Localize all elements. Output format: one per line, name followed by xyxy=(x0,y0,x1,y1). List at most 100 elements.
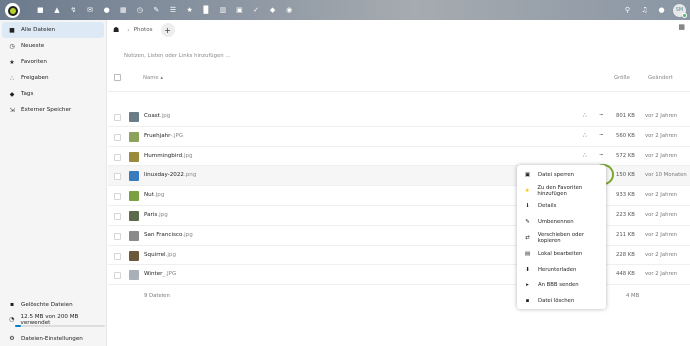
file-thumbnail[interactable] xyxy=(129,230,139,241)
file-name[interactable]: Nut.jpg xyxy=(144,192,164,198)
sidebar-item-tags[interactable]: ◆ Tags xyxy=(2,86,104,102)
menu-item-an-bbb-senden[interactable]: ▸ An BBB senden xyxy=(517,278,606,294)
row-checkbox[interactable] xyxy=(114,252,121,260)
tasks-icon[interactable]: ☰ xyxy=(165,3,182,17)
file-extension: _.JPG xyxy=(162,271,177,278)
bell-icon[interactable]: ♫ xyxy=(636,3,653,17)
contacts-icon[interactable]: ● xyxy=(98,3,115,17)
share-icon[interactable]: ∴ xyxy=(583,132,587,139)
clock-icon[interactable]: ◷ xyxy=(132,3,149,17)
mail-icon[interactable]: ✉ xyxy=(82,3,99,17)
file-name[interactable]: Hummingbird.jpg xyxy=(144,153,193,159)
star-icon[interactable]: ★ xyxy=(181,3,198,17)
file-thumbnail[interactable] xyxy=(129,250,139,261)
column-name[interactable]: Name ▴ xyxy=(143,75,163,81)
more-actions-icon[interactable]: ··· xyxy=(599,111,604,119)
file-name[interactable]: Coast.jpg xyxy=(144,113,170,119)
menu-item-lokal-bearbeiten[interactable]: ▤ Lokal bearbeiten xyxy=(517,246,606,262)
menu-item-verschieben-oder-kopieren[interactable]: ⇄ Verschieben oder kopieren xyxy=(517,230,606,246)
grid-view-icon[interactable]: ▦ xyxy=(678,23,685,31)
nextcloud-logo[interactable] xyxy=(5,3,20,18)
row-checkbox[interactable] xyxy=(114,153,121,161)
file-modified: vor 2 Jahren xyxy=(645,113,678,119)
menu-item-label: Datei sperren xyxy=(538,171,574,178)
check-icon[interactable]: ✓ xyxy=(248,3,265,17)
folder-description[interactable]: Notizen, Listen oder Links hinzufügen … xyxy=(124,53,231,59)
share-icon: ∴ xyxy=(10,74,14,82)
file-size: 572 KB xyxy=(616,152,635,159)
file-thumbnail[interactable] xyxy=(129,270,139,281)
calendar-icon[interactable]: ▦ xyxy=(115,3,132,17)
menu-item-datei-l-schen[interactable]: ▪ Datei löschen xyxy=(517,293,606,309)
sidebar-item-settings[interactable]: ⚙ Dateien-Einstellungen xyxy=(2,331,105,346)
file-name[interactable]: Paris.jpg xyxy=(144,212,168,218)
avatar[interactable]: SM xyxy=(673,3,687,18)
home-icon[interactable]: ☗ xyxy=(113,26,119,34)
more-actions-icon[interactable]: ··· xyxy=(599,151,604,159)
file-size: 560 KB xyxy=(616,132,635,139)
row-checkbox[interactable] xyxy=(114,173,121,181)
move-icon: ⇄ xyxy=(525,235,530,242)
menu-item-zu-den-favoriten-hinzuf-gen[interactable]: ★ Zu den Favoriten hinzufügen xyxy=(517,183,606,199)
file-thumbnail[interactable] xyxy=(129,191,139,202)
file-thumbnail[interactable] xyxy=(129,171,139,182)
sidebar-item-neueste[interactable]: ◷ Neueste xyxy=(2,38,104,54)
column-modified[interactable]: Geändert xyxy=(648,75,673,81)
file-size: 801 KB xyxy=(616,113,635,119)
file-modified: vor 2 Jahren xyxy=(645,231,678,238)
maps-icon[interactable]: ◉ xyxy=(281,3,298,17)
row-checkbox[interactable] xyxy=(114,272,121,280)
folder-icon[interactable]: ■ xyxy=(32,3,49,17)
activity-icon[interactable]: ↯ xyxy=(65,3,82,17)
file-extension: .jpg xyxy=(159,113,171,119)
column-size[interactable]: Größe xyxy=(614,75,630,81)
table-row[interactable]: Coast.jpg ∴ ··· 801 KB vor 2 Jahren xyxy=(108,107,690,127)
menu-item-details[interactable]: ℹ Details xyxy=(517,199,606,215)
menu-item-label: Datei löschen xyxy=(538,298,575,305)
file-thumbnail[interactable] xyxy=(129,112,139,122)
sidebar-item-alle-dateien[interactable]: ■ Alle Dateien xyxy=(2,22,104,38)
file-name[interactable]: Winter_.JPG xyxy=(144,271,176,277)
pencil-icon[interactable]: ✎ xyxy=(148,3,165,17)
column-name-label: Name xyxy=(143,75,159,81)
row-checkbox[interactable] xyxy=(114,212,121,220)
row-checkbox[interactable] xyxy=(114,193,121,201)
file-name[interactable]: linuxday-2022.png xyxy=(144,172,196,178)
row-checkbox[interactable] xyxy=(114,114,121,121)
row-checkbox[interactable] xyxy=(114,133,121,141)
people-icon[interactable]: ● xyxy=(653,3,670,17)
sidebar-item-externer-speicher[interactable]: ⇲ Externer Speicher xyxy=(2,102,104,118)
menu-item-herunterladen[interactable]: ⬇ Herunterladen xyxy=(517,262,606,278)
talk-icon[interactable]: ◆ xyxy=(264,3,281,17)
lock-icon: ▣ xyxy=(524,171,531,178)
file-thumbnail[interactable] xyxy=(129,210,139,221)
menu-item-datei-sperren[interactable]: ▣ Datei sperren xyxy=(517,167,606,183)
file-modified: vor 2 Jahren xyxy=(645,271,678,278)
file-name[interactable]: Fruehjahr-.jPG xyxy=(144,133,183,139)
chart-icon[interactable]: ▉ xyxy=(198,3,215,17)
menu-item-umbenennen[interactable]: ✎ Umbenennen xyxy=(517,214,606,230)
share-icon[interactable]: ∴ xyxy=(583,112,587,119)
file-name[interactable]: San Francisco.jpg xyxy=(144,232,193,238)
sidebar-item-freigaben[interactable]: ∴ Freigaben xyxy=(2,70,104,86)
file-basename: Coast xyxy=(144,113,160,119)
sidebar-item-favoriten[interactable]: ★ Favoriten xyxy=(2,54,104,70)
sidebar-item-deleted[interactable]: ▪ Gelöschte Dateien xyxy=(2,297,105,312)
new-button[interactable]: + xyxy=(160,23,175,37)
file-thumbnail[interactable] xyxy=(129,151,139,162)
row-checkbox[interactable] xyxy=(114,232,121,240)
select-all-checkbox[interactable] xyxy=(114,74,121,81)
file-modified: vor 2 Jahren xyxy=(645,251,678,258)
breadcrumb-photos[interactable]: Photos xyxy=(134,27,153,33)
file-modified: vor 2 Jahren xyxy=(645,211,678,218)
tag-icon: ◆ xyxy=(9,90,15,98)
columns-icon[interactable]: ▥ xyxy=(215,3,232,17)
share-icon[interactable]: ∴ xyxy=(583,152,587,159)
file-thumbnail[interactable] xyxy=(129,131,139,142)
table-row[interactable]: Fruehjahr-.jPG ∴ ··· 560 KB vor 2 Jahren xyxy=(108,127,690,147)
image-icon[interactable]: ▲ xyxy=(49,3,66,17)
search-icon[interactable]: ⚲ xyxy=(619,3,636,17)
deck-icon[interactable]: ▣ xyxy=(231,3,248,17)
file-name[interactable]: Squirrel.jpg xyxy=(144,252,176,258)
more-actions-icon[interactable]: ··· xyxy=(599,131,604,139)
